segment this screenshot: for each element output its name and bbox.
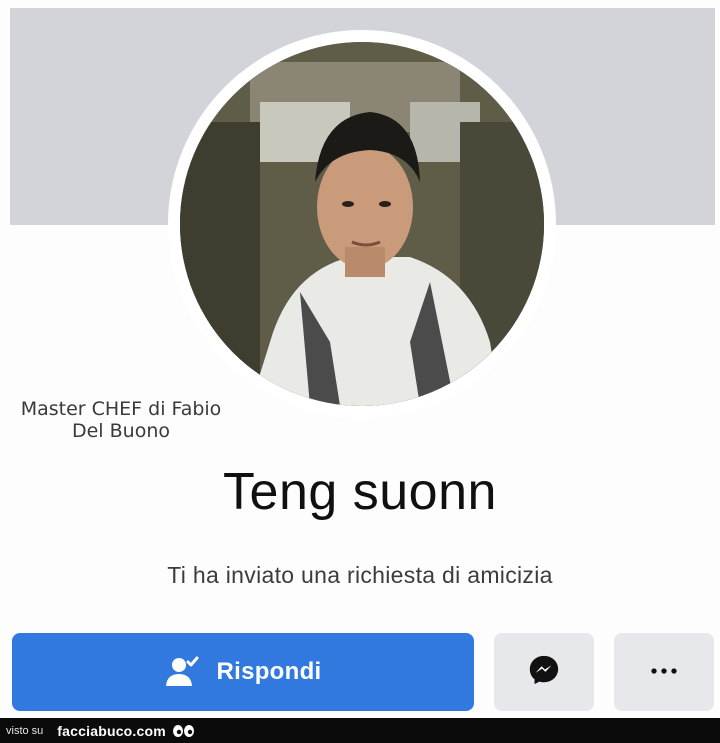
person-check-icon (164, 654, 200, 690)
overlay-caption: Master CHEF di Fabio Del Buono (0, 398, 246, 442)
overlay-caption-line1: Master CHEF di Fabio (20, 398, 222, 420)
profile-avatar[interactable] (180, 42, 544, 406)
profile-name: Teng suonn (223, 463, 497, 521)
footer-seen-on: visto su (6, 724, 44, 737)
more-options-button[interactable] (614, 633, 714, 711)
messenger-icon (527, 653, 561, 692)
avatar-photo (180, 42, 544, 406)
profile-page: Master CHEF di Fabio Del Buono Teng suon… (0, 0, 720, 743)
footer-site[interactable]: facciabuco.com (57, 723, 166, 739)
respond-button[interactable]: Rispondi (12, 633, 474, 711)
messenger-button[interactable] (494, 633, 594, 711)
eyes-logo-icon (172, 724, 196, 738)
more-horizontal-icon (649, 663, 679, 681)
watermark-footer: visto su facciabuco.com (0, 718, 720, 743)
friend-request-text: Ti ha inviato una richiesta di amicizia (167, 562, 553, 588)
overlay-caption-line2: Del Buono (71, 420, 170, 442)
respond-button-label: Rispondi (216, 658, 322, 685)
